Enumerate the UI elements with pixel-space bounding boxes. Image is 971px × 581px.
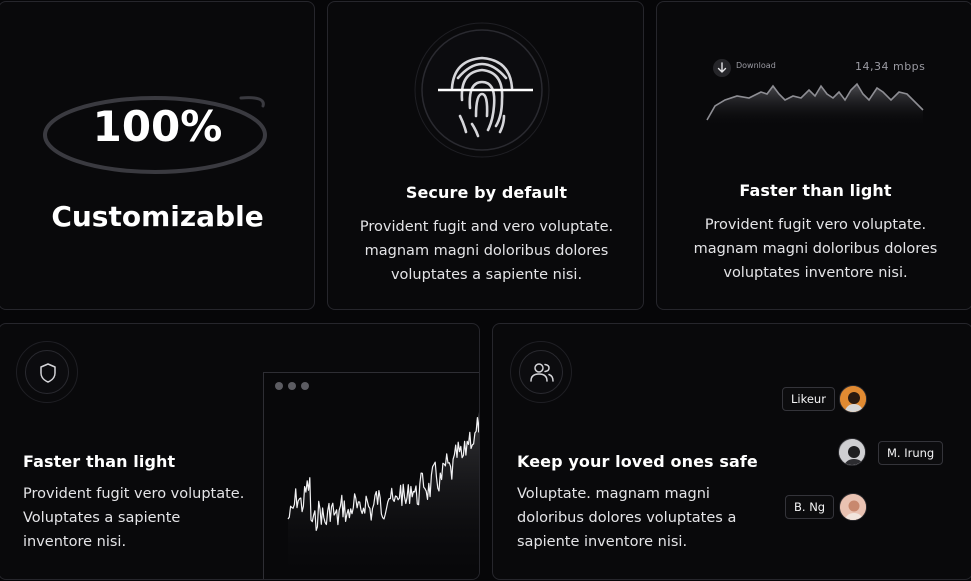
fingerprint-icon [414,20,550,162]
customizable-label: Customizable [51,200,264,233]
users-icon [530,363,554,382]
speed-title: Faster than light [739,181,892,200]
chart-card-title: Faster than light [23,452,176,471]
download-speed-value: 14,34 mbps [855,60,926,73]
loved-ones-card: Keep your loved ones safe Voluptate. mag… [492,323,971,580]
stock-line-chart [287,411,479,579]
chart-desc-line: inventore nisi. [23,534,127,550]
person-tag-m-irung[interactable]: M. Irung [878,441,944,465]
secure-description: Provident fugit and vero voluptate. magn… [328,215,643,287]
person-tag-likeur[interactable]: Likeur [782,387,835,411]
secure-card: Secure by default Provident fugit and ve… [327,1,644,310]
avatar[interactable] [839,385,867,413]
users-icon-badge [510,341,572,403]
download-label: Download [736,61,776,70]
loved-ones-title: Keep your loved ones safe [517,452,758,471]
loved-ones-desc-line: Voluptate. magnam magni [517,486,710,502]
speed-desc-line: Provident fugit vero voluptate. [704,217,927,233]
speed-waveform [706,82,924,126]
person-tag-b-ng[interactable]: B. Ng [785,495,835,519]
secure-desc-line: magnam magni doloribus dolores [364,243,609,259]
loved-ones-desc-line: sapiente inventore nisi. [517,534,688,550]
avatar[interactable] [839,493,867,521]
speed-desc-line: voluptates inventore nisi. [723,265,908,281]
secure-title: Secure by default [405,183,568,202]
download-arrow-icon [713,59,731,77]
chart-card-description: Provident fugit vero voluptate. Voluptat… [23,482,268,554]
loved-ones-description: Voluptate. magnam magni doloribus dolore… [517,482,757,554]
loved-ones-desc-line: doloribus dolores voluptates a [517,510,737,526]
secure-desc-line: voluptates a sapiente nisi. [390,267,583,283]
avatar[interactable] [838,438,866,466]
chart-desc-line: Voluptates a sapiente [23,510,181,526]
browser-window-mockup [263,372,479,579]
percent-value: 100% [92,102,223,151]
chart-desc-line: Provident fugit vero voluptate. [23,486,245,502]
shield-icon-badge [16,341,78,403]
speed-desc-line: magnam magni doloribus dolores [693,241,938,257]
customizable-card: 100% Customizable [0,1,315,310]
performance-chart-card: Faster than light Provident fugit vero v… [0,323,480,580]
secure-desc-line: Provident fugit and vero voluptate. [359,219,614,235]
shield-icon [40,363,56,383]
speed-description: Provident fugit vero voluptate. magnam m… [657,213,971,285]
download-speed-card: Download 14,34 mbps Faster than light Pr… [656,1,971,310]
